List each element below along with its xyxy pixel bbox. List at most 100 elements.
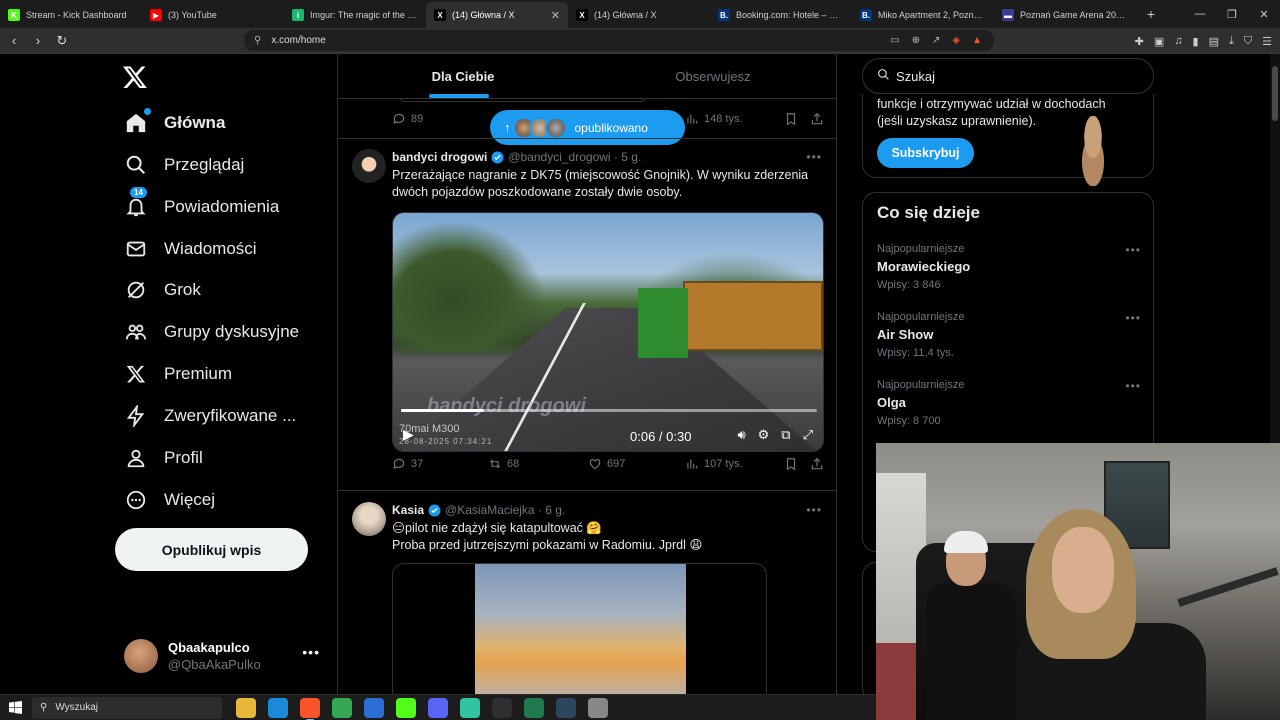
site-settings-icon[interactable]: ⚲ — [254, 35, 261, 46]
nav-item-communities[interactable]: Grupy dyskusyjne — [124, 316, 299, 348]
tweet-media[interactable] — [392, 563, 767, 694]
close-window-icon[interactable]: ✕ — [1248, 8, 1280, 21]
reload-icon[interactable]: ↻ — [52, 33, 72, 49]
cast-icon[interactable]: ▭ — [890, 35, 899, 46]
share-button[interactable] — [810, 457, 824, 471]
post-button[interactable]: Opublikuj wpis — [115, 528, 308, 571]
extensions-icon[interactable]: ✚ — [1135, 35, 1144, 48]
kick-app-icon[interactable] — [396, 697, 416, 718]
fullscreen-icon[interactable]: ⤢ — [803, 427, 813, 443]
steam-icon[interactable] — [556, 697, 576, 718]
views-button[interactable]: 148 tys. — [685, 112, 743, 126]
minimize-icon[interactable]: — — [1184, 8, 1216, 20]
wallet-icon[interactable]: ▤ — [1209, 35, 1219, 48]
streamlabs-icon[interactable] — [460, 697, 480, 718]
reply-button[interactable]: 37 — [392, 457, 423, 471]
share-icon[interactable]: ↗ — [932, 35, 940, 46]
discord-icon[interactable] — [428, 697, 448, 718]
restore-icon[interactable]: ❐ — [1216, 8, 1248, 21]
more-dots-icon[interactable]: ••• — [806, 150, 822, 164]
scrollbar-thumb[interactable] — [1272, 66, 1278, 121]
obs-icon[interactable] — [492, 697, 512, 718]
edge-icon[interactable] — [268, 697, 288, 718]
nav-item-mail[interactable]: Wiadomości — [124, 233, 257, 265]
bookmark-button[interactable] — [784, 112, 798, 126]
nav-item-home[interactable]: Główna — [124, 107, 225, 139]
x-logo-icon[interactable] — [122, 64, 148, 90]
new-tab-icon[interactable]: + — [1142, 6, 1160, 22]
nav-item-grok[interactable]: Grok — [124, 274, 201, 306]
brave-icon[interactable] — [300, 697, 320, 720]
share-button[interactable] — [810, 112, 824, 126]
volume-icon[interactable]: 🔊︎ — [737, 427, 745, 443]
trend-item[interactable]: Najpopularniejsze Air Show Wpisy: 11,4 tys… — [877, 311, 1141, 359]
screenshot-icon[interactable]: ▣ — [1154, 35, 1164, 48]
forward-icon[interactable]: › — [28, 33, 48, 48]
nav-item-bell[interactable]: 14 Powiadomienia — [124, 187, 279, 223]
close-tab-icon[interactable]: ✕ — [551, 9, 560, 22]
brave-rewards-icon[interactable]: ▲ — [972, 35, 982, 46]
tweet-author-handle[interactable]: @bandyci_drogowi — [508, 150, 610, 164]
views-button[interactable]: 107 tys. — [685, 457, 743, 471]
zoom-icon[interactable]: ⊕ — [912, 35, 920, 46]
more-dots-icon[interactable]: ••• — [1125, 243, 1141, 257]
browser-tab[interactable]: ▬ Poznań Game Arena 2025 | 24- — [994, 2, 1136, 28]
taskbar-search-input[interactable]: ⚲ Wyszukaj — [32, 696, 222, 719]
browser-tab[interactable]: ▶ (3) YouTube — [142, 2, 284, 28]
file-explorer-icon[interactable] — [236, 697, 256, 718]
picture-in-picture-icon[interactable]: ⧉ — [781, 427, 790, 443]
trend-item[interactable]: Najpopularniejsze Morawieckiego Wpisy: 3 8… — [877, 243, 1141, 291]
nav-item-search[interactable]: Przeglądaj — [124, 149, 244, 181]
browser-tab[interactable]: B. Miko Apartment 2, Poznań (akt — [852, 2, 994, 28]
repost-button[interactable]: 68 — [488, 457, 519, 471]
subscribe-button[interactable]: Subskrybuj — [877, 138, 974, 168]
avatar[interactable] — [352, 149, 386, 183]
browser-tab[interactable]: i Imgur: The magic of the Internet — [284, 2, 426, 28]
settings-gear-icon[interactable]: ⚙ — [758, 427, 770, 443]
tweet-author-name[interactable]: bandyci drogowi — [392, 150, 487, 164]
new-posts-button[interactable]: ↑ opublikowano — [490, 110, 685, 145]
tab-for-you[interactable]: Dla Ciebie — [338, 54, 588, 98]
scrollbar[interactable] — [1270, 54, 1280, 444]
more-dots-icon[interactable]: ••• — [1125, 311, 1141, 325]
downloads-icon[interactable]: ⤓ — [1229, 35, 1234, 48]
trend-item[interactable]: Najpopularniejsze Olga Wpisy: 8 700 ••• — [877, 379, 1141, 427]
tweet-video[interactable]: bandyci drogowi 70mai M300 28-08-2025 07… — [392, 212, 824, 452]
like-button[interactable]: 697 — [588, 457, 625, 471]
spreadsheet-icon[interactable] — [524, 697, 544, 718]
nav-item-person[interactable]: Profil — [124, 442, 203, 474]
more-dots-icon[interactable]: ••• — [806, 503, 822, 517]
more-dots-icon[interactable]: ••• — [302, 644, 320, 660]
tweet-time[interactable]: 6 g. — [545, 503, 565, 517]
sidebar-toggle-icon[interactable]: ▮ — [1193, 35, 1199, 48]
tweet-time[interactable]: 5 g. — [621, 150, 641, 164]
play-icon[interactable]: ▶ — [403, 426, 414, 443]
tweet-author-handle[interactable]: @KasiaMaciejka — [445, 503, 535, 517]
media-icon[interactable]: ♫ — [1174, 35, 1182, 47]
reply-button[interactable]: 89 — [392, 112, 492, 126]
menu-icon[interactable]: ☰ — [1262, 35, 1272, 48]
nav-item-lightning[interactable]: Zweryfikowane ... — [124, 400, 296, 432]
tweet-author-name[interactable]: Kasia — [392, 503, 424, 517]
video-progress-bar[interactable] — [401, 409, 817, 412]
shield-app-icon[interactable] — [588, 697, 608, 718]
chrome-icon[interactable] — [332, 697, 352, 718]
account-switcher[interactable]: Qbaakapulco @QbaAkaPulko ••• — [124, 636, 334, 676]
browser-tab[interactable]: X (14) Główna / X ✕ — [426, 2, 568, 28]
tab-following[interactable]: Obserwujesz — [588, 54, 836, 98]
windows-start-icon[interactable] — [0, 701, 30, 714]
avatar[interactable] — [352, 502, 386, 536]
more-dots-icon[interactable]: ••• — [1125, 379, 1141, 393]
browser-tab[interactable]: B. Booking.com: Hotele – Poznań — [710, 2, 852, 28]
bookmark-button[interactable] — [784, 457, 798, 471]
search-input[interactable]: Szukaj — [862, 58, 1154, 94]
back-icon[interactable]: ‹ — [4, 33, 24, 48]
ccleaner-icon[interactable] — [364, 697, 384, 718]
nav-item-more-circle[interactable]: Więcej — [124, 484, 215, 516]
brave-shields-icon[interactable]: ◈ — [952, 35, 960, 46]
nav-item-x-logo[interactable]: Premium — [124, 358, 232, 390]
browser-tab[interactable]: K Stream - Kick Dashboard — [0, 2, 142, 28]
url-input[interactable]: ⚲ x.com/home ▭ ⊕ ↗ ◈ ▲ — [244, 30, 994, 51]
browser-tab[interactable]: X (14) Główna / X — [568, 2, 710, 28]
vpn-icon[interactable]: ⛉ — [1244, 35, 1252, 48]
